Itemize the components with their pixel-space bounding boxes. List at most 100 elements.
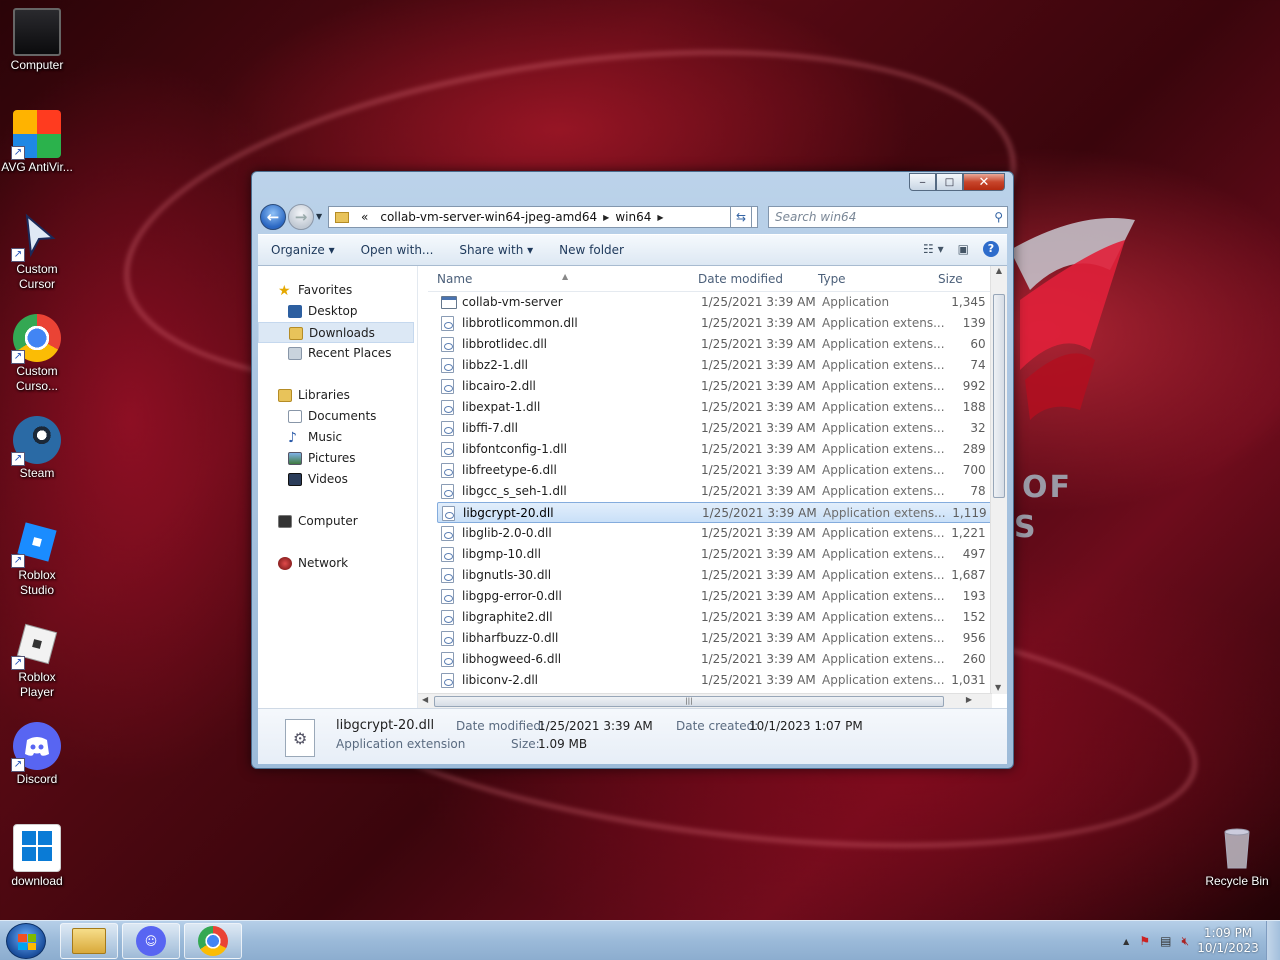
table-row[interactable]: libfreetype-6.dll 1/25/2021 3:39 AM Applic…	[428, 460, 990, 481]
scroll-right-icon[interactable]: ▶	[966, 695, 972, 704]
table-row[interactable]: libiconv-2.dll 1/25/2021 3:39 AM Applicati…	[428, 670, 990, 691]
nav-videos[interactable]: Videos	[258, 469, 417, 490]
desktop-icon-discord[interactable]: ↗ Discord	[0, 722, 74, 787]
network-icon[interactable]: ▤	[1160, 934, 1171, 948]
table-row[interactable]: collab-vm-server 1/25/2021 3:39 AM Applica…	[428, 292, 990, 313]
change-view-icon[interactable]: ☷ ▾	[923, 242, 944, 256]
volume-muted-icon[interactable]: 🔇︎	[1181, 934, 1189, 949]
scroll-up-icon[interactable]: ▲	[991, 266, 1007, 275]
show-hidden-icons-button[interactable]: ▲	[1123, 937, 1129, 946]
desktop-icon-avg[interactable]: ↗ AVG AntiVir...	[0, 110, 74, 175]
dll-file-icon	[441, 673, 454, 688]
breadcrumb-segment[interactable]: collab-vm-server-win64-jpeg-amd64	[374, 210, 603, 224]
nav-favorites[interactable]: ★ Favorites	[258, 280, 417, 301]
table-row[interactable]: libharfbuzz-0.dll 1/25/2021 3:39 AM Applic…	[428, 628, 990, 649]
nav-libraries[interactable]: Libraries	[258, 385, 417, 406]
table-row[interactable]: libgcc_s_seh-1.dll 1/25/2021 3:39 AM Appli…	[428, 481, 990, 502]
file-name: libfontconfig-1.dll	[462, 442, 567, 456]
refresh-button[interactable]: ⇆	[730, 206, 752, 228]
nav-recent-places[interactable]: Recent Places	[258, 343, 417, 364]
nav-pictures[interactable]: Pictures	[258, 448, 417, 469]
desktop-icon-download[interactable]: download	[0, 824, 74, 889]
chrome-icon: ↗	[11, 314, 61, 364]
open-with-button[interactable]: Open with...	[348, 243, 447, 257]
nav-documents[interactable]: Documents	[258, 406, 417, 427]
show-desktop-button[interactable]	[1266, 921, 1280, 960]
explorer-taskbar-button[interactable]	[60, 923, 118, 959]
table-row[interactable]: libhogweed-6.dll 1/25/2021 3:39 AM Applica…	[428, 649, 990, 670]
nav-downloads[interactable]: Downloads	[258, 322, 414, 343]
scroll-thumb[interactable]: |||	[434, 696, 944, 707]
navigation-pane: ★ Favorites Desktop Downloads Recent Plac…	[258, 266, 418, 708]
maximize-button[interactable]: □	[936, 173, 963, 191]
column-header-type[interactable]: Type	[818, 272, 846, 286]
file-name: libffi-7.dll	[462, 421, 518, 435]
folder-icon	[335, 211, 349, 223]
chevron-right-icon[interactable]: ▶	[657, 213, 663, 222]
desktop-icon-roblox-studio[interactable]: ↗ Roblox Studio	[0, 518, 74, 598]
chrome-taskbar-button[interactable]	[184, 923, 242, 959]
table-row[interactable]: libexpat-1.dll 1/25/2021 3:39 AM Applicati…	[428, 397, 990, 418]
scroll-left-icon[interactable]: ◀	[422, 695, 428, 704]
address-bar[interactable]: « collab-vm-server-win64-jpeg-amd64 ▶ wi…	[328, 206, 758, 228]
action-center-flag-icon[interactable]: ⚑	[1139, 934, 1150, 948]
file-size: 78 I	[970, 484, 990, 498]
desktop-icon-chrome[interactable]: ↗ Custom Curso...	[0, 314, 74, 394]
scroll-thumb[interactable]	[993, 294, 1005, 498]
desktop-icon-computer[interactable]: Computer	[0, 8, 74, 73]
table-row[interactable]: libbrotlidec.dll 1/25/2021 3:39 AM Applica…	[428, 334, 990, 355]
table-row[interactable]: libgraphite2.dll 1/25/2021 3:39 AM Applica…	[428, 607, 990, 628]
help-icon[interactable]: ?	[983, 241, 999, 257]
scroll-down-icon[interactable]: ▼	[995, 683, 1001, 692]
clock[interactable]: 1:09 PM 10/1/2023	[1194, 926, 1262, 956]
table-row[interactable]: libcairo-2.dll 1/25/2021 3:39 AM Applicati…	[428, 376, 990, 397]
discord-taskbar-button[interactable]: ☺	[122, 923, 180, 959]
table-row[interactable]: libffi-7.dll 1/25/2021 3:39 AM Application…	[428, 418, 990, 439]
nav-network[interactable]: Network	[258, 553, 417, 574]
column-header-name[interactable]: Name	[437, 272, 472, 286]
table-row[interactable]: libgmp-10.dll 1/25/2021 3:39 AM Applicatio…	[428, 544, 990, 565]
table-row[interactable]: libfontconfig-1.dll 1/25/2021 3:39 AM Appl…	[428, 439, 990, 460]
table-row[interactable]: libgcrypt-20.dll 1/25/2021 3:39 AM Applica…	[437, 502, 990, 523]
recent-pages-dropdown[interactable]: ▼	[316, 212, 322, 221]
details-filename: libgcrypt-20.dll	[336, 718, 435, 733]
new-folder-button[interactable]: New folder	[546, 243, 637, 257]
column-header-size[interactable]: Size	[938, 272, 963, 286]
preview-pane-icon[interactable]: ▣	[958, 242, 969, 256]
table-row[interactable]: libbz2-1.dll 1/25/2021 3:39 AM Application…	[428, 355, 990, 376]
minimize-button[interactable]: ‒	[909, 173, 936, 191]
file-type: Application extens...	[822, 316, 945, 330]
address-overflow[interactable]: «	[355, 210, 374, 224]
file-date-modified: 1/25/2021 3:39 AM	[701, 421, 816, 435]
table-row[interactable]: libgnutls-30.dll 1/25/2021 3:39 AM Applica…	[428, 565, 990, 586]
dll-file-icon	[441, 610, 454, 625]
forward-button[interactable]: →	[288, 204, 314, 230]
close-button[interactable]: ✕	[963, 173, 1005, 191]
vertical-scrollbar[interactable]: ▲ ▼	[990, 266, 1007, 694]
desktop-icon-steam[interactable]: ↗ Steam	[0, 416, 74, 481]
file-type: Application extens...	[823, 506, 946, 520]
table-row[interactable]: libglib-2.0-0.dll 1/25/2021 3:39 AM Applic…	[428, 523, 990, 544]
search-input[interactable]: Search win64 ⚲	[768, 206, 1008, 228]
share-with-button[interactable]: Share with ▾	[446, 243, 546, 257]
file-name: libfreetype-6.dll	[462, 463, 557, 477]
desktop-icon-roblox-player[interactable]: ↗ Roblox Player	[0, 620, 74, 700]
table-row[interactable]: libbrotlicommon.dll 1/25/2021 3:39 AM Appl…	[428, 313, 990, 334]
back-button[interactable]: ←	[260, 204, 286, 230]
nav-computer[interactable]: Computer	[258, 511, 417, 532]
horizontal-scrollbar[interactable]: ◀ ||| ▶	[418, 693, 992, 708]
shortcut-arrow-icon: ↗	[11, 248, 25, 262]
file-name: libgcc_s_seh-1.dll	[462, 484, 567, 498]
search-icon[interactable]: ⚲	[994, 207, 1003, 227]
organize-button[interactable]: Organize ▾	[258, 243, 348, 257]
dll-file-icon	[441, 442, 454, 457]
nav-desktop[interactable]: Desktop	[258, 301, 417, 322]
file-size: 193 I	[962, 589, 990, 603]
start-button[interactable]	[6, 923, 46, 959]
column-header-date[interactable]: Date modified	[698, 272, 783, 286]
desktop-icon-custom-cursor[interactable]: ↗ Custom Cursor	[0, 212, 74, 292]
desktop-icon-recycle-bin[interactable]: Recycle Bin	[1200, 824, 1274, 889]
nav-music[interactable]: ♪ Music	[258, 427, 417, 448]
breadcrumb-segment[interactable]: win64	[609, 210, 657, 224]
table-row[interactable]: libgpg-error-0.dll 1/25/2021 3:39 AM Appli…	[428, 586, 990, 607]
